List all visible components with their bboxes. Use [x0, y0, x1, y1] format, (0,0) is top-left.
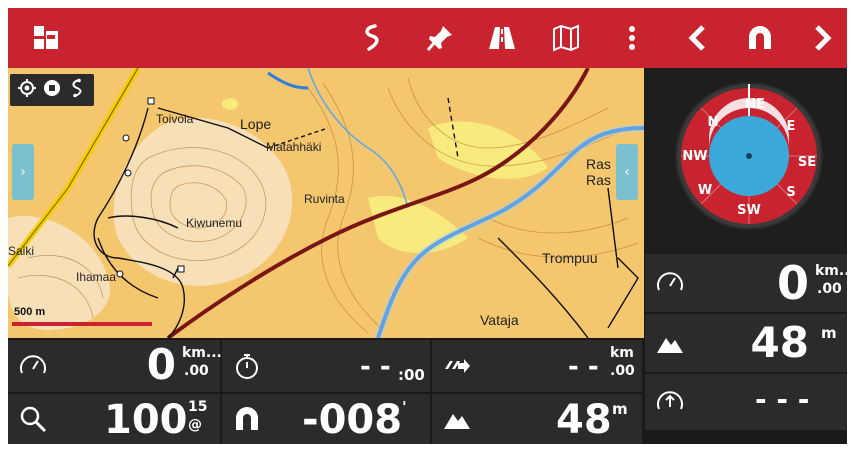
place-label: Ihamaa [76, 270, 117, 284]
side-speed-unit-top: km... [815, 263, 847, 279]
speedometer-icon [655, 268, 685, 298]
zoom-tile[interactable]: 100 15 @ [8, 394, 220, 444]
place-label: Toivola [156, 112, 194, 126]
zoom-unit-top: 15 [188, 399, 208, 415]
side-vario-tile[interactable]: - - - [645, 374, 847, 430]
track-icon[interactable] [67, 78, 87, 102]
scale-bar [12, 322, 152, 326]
chevron-left-icon[interactable] [678, 18, 718, 58]
distance-tile[interactable]: - - km .00 [432, 340, 642, 392]
speedometer-icon [18, 351, 48, 381]
scale-label: 500 m [14, 306, 46, 318]
heading-value: -008 [302, 397, 403, 443]
place-label: Kiwunemu [186, 216, 243, 230]
magnet-icon [232, 404, 262, 434]
fast-forward-arrow-icon [442, 351, 472, 381]
place-label: Matahhäki [266, 140, 322, 154]
compass-label: S [786, 185, 795, 200]
compass-label: E [787, 119, 796, 134]
mountain-icon [655, 328, 685, 358]
side-altitude-unit: m [821, 324, 837, 342]
stopwatch-icon [232, 351, 262, 381]
compass-label: N [708, 115, 719, 130]
road-icon[interactable] [482, 18, 522, 58]
map-view[interactable]: › ‹ Toivola Lope Matahhäki Ruvinta Kiwun… [8, 68, 644, 338]
compass[interactable]: NE E SE S SW W NW N [645, 68, 847, 252]
zoom-value: 100 [104, 397, 188, 443]
altitude-tile[interactable]: 48 m [432, 394, 642, 444]
app-logo-icon[interactable] [26, 18, 66, 58]
mountain-icon [442, 404, 472, 434]
right-drawer-handle[interactable]: ‹ [616, 144, 638, 200]
altitude-unit: m [612, 400, 628, 418]
speed-unit-top: km... [182, 345, 222, 361]
side-altitude-value: 48 [750, 318, 809, 367]
side-vario-value: - - - [755, 383, 810, 416]
more-vertical-icon[interactable] [612, 18, 652, 58]
timer-tile[interactable]: - - :00 [222, 340, 430, 392]
app-frame: › ‹ Toivola Lope Matahhäki Ruvinta Kiwun… [8, 8, 847, 444]
place-label: Trompuu [542, 250, 598, 266]
pushpin-icon[interactable] [420, 18, 460, 58]
place-label: Lope [240, 116, 272, 132]
magnifier-icon [18, 404, 48, 434]
distance-value: - - [568, 352, 599, 382]
magnet-icon[interactable] [740, 18, 780, 58]
speed-value: 0 [146, 340, 176, 389]
place-label: Ras [586, 156, 611, 172]
locate-icon[interactable] [17, 78, 37, 102]
compass-label: NW [682, 149, 707, 164]
compass-label: W [698, 183, 712, 198]
compass-panel: NE E SE S SW W NW N [645, 68, 847, 252]
place-label: Ruvinta [304, 192, 345, 206]
stop-record-icon[interactable] [42, 78, 62, 102]
place-label: Ras [586, 172, 611, 188]
speed-unit-bottom: .00 [184, 363, 209, 379]
toolbar [8, 8, 847, 68]
compass-label: SE [798, 155, 816, 170]
side-speed-tile[interactable]: 0 km... .00 [645, 254, 847, 312]
heading-unit: ' [402, 398, 407, 416]
speed-tile[interactable]: 0 km... .00 [8, 340, 222, 392]
distance-unit-bottom: .00 [610, 363, 635, 379]
distance-unit-top: km [610, 345, 634, 361]
map-icon[interactable] [546, 18, 586, 58]
heading-tile[interactable]: -008 ' [222, 394, 430, 444]
compass-label: NE [745, 97, 765, 112]
left-drawer-handle[interactable]: › [12, 144, 34, 200]
place-label: Saiki [8, 244, 35, 258]
place-label: Vataja [480, 312, 519, 328]
map-tools [10, 74, 94, 106]
compass-label: SW [737, 203, 761, 218]
timer-value: - - [360, 352, 391, 382]
side-speed-unit-bottom: .00 [817, 281, 842, 297]
track-route-icon[interactable] [352, 18, 392, 58]
chevron-right-icon[interactable] [802, 18, 842, 58]
zoom-unit-bottom: @ [188, 417, 202, 433]
timer-unit: :00 [398, 366, 425, 384]
side-speed-value: 0 [776, 256, 809, 310]
vario-icon [655, 387, 685, 417]
altitude-value: 48 [556, 397, 612, 443]
side-altitude-tile[interactable]: 48 m [645, 314, 847, 372]
